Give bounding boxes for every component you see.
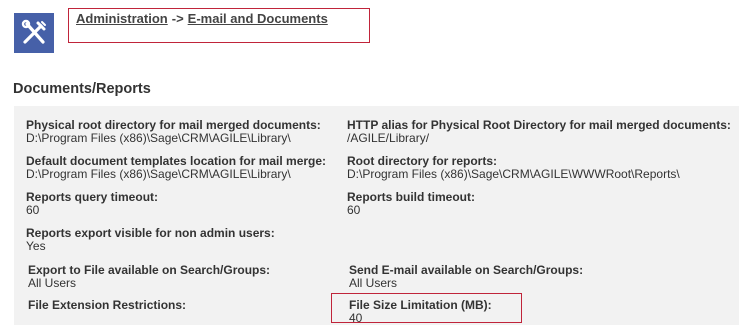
field-build-timeout: Reports build timeout: 60 (347, 191, 475, 217)
field-default-templates: Default document templates location for … (26, 155, 326, 181)
field-value: All Users (349, 276, 398, 290)
tools-icon (14, 13, 54, 53)
field-query-timeout: Reports query timeout: 60 (26, 191, 158, 217)
field-value: D:\Program Files (x86)\Sage\CRM\AGILE\WW… (347, 167, 680, 181)
field-value: Yes (26, 239, 46, 253)
field-value: D:\Program Files (x86)\Sage\CRM\AGILE\Li… (26, 167, 291, 181)
field-label: Reports export visible for non admin use… (26, 226, 275, 240)
field-export-search: Export to File available on Search/Group… (28, 264, 270, 290)
file-size-highlight-box (331, 293, 522, 323)
field-value: 60 (347, 203, 361, 217)
field-value: /AGILE/Library/ (347, 131, 430, 145)
field-file-ext: File Extension Restrictions: (28, 299, 186, 312)
breadcrumb-highlight-box (68, 8, 370, 43)
field-label: File Extension Restrictions: (28, 298, 187, 312)
field-label: Reports build timeout: (347, 190, 475, 204)
field-label: Reports query timeout: (26, 190, 159, 204)
field-physical-root: Physical root directory for mail merged … (26, 119, 321, 145)
field-value: 60 (26, 203, 40, 217)
field-value: All Users (28, 276, 77, 290)
field-export-visible: Reports export visible for non admin use… (26, 227, 275, 253)
section-title: Documents/Reports (13, 81, 151, 97)
field-root-reports: Root directory for reports: D:\Program F… (347, 155, 680, 181)
field-http-alias: HTTP alias for Physical Root Directory f… (347, 119, 731, 145)
field-value: D:\Program Files (x86)\Sage\CRM\AGILE\Li… (26, 131, 291, 145)
field-send-email: Send E-mail available on Search/Groups: … (349, 264, 583, 290)
